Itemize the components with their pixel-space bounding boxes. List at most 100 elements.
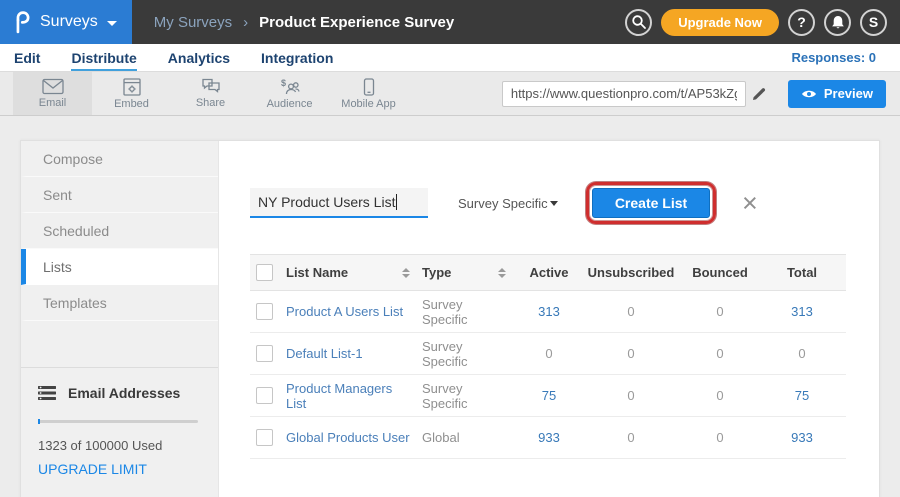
row-checkbox[interactable] [256, 303, 273, 320]
create-list-row: NY Product Users List Survey Specific Cr… [250, 182, 758, 224]
responses-status[interactable]: Responses: 0 [791, 50, 876, 65]
list-name-link[interactable]: Product A Users List [286, 304, 403, 319]
survey-tabbar: Edit Distribute Analytics Integration Re… [0, 44, 900, 72]
pencil-icon [752, 87, 766, 101]
sort-icon [402, 268, 410, 278]
total-count[interactable]: 933 [758, 430, 846, 445]
column-header-list-name[interactable]: List Name [282, 265, 422, 280]
unsubscribed-count: 0 [580, 304, 682, 319]
distribute-toolbar: Email Embed Share [0, 72, 900, 116]
usage-text: 1323 of 100000 Used [38, 438, 198, 453]
mobile-app-icon [363, 78, 375, 96]
active-count[interactable]: 75 [518, 388, 580, 403]
bounced-count: 0 [682, 388, 758, 403]
breadcrumb: My Surveys › Product Experience Survey [154, 0, 454, 44]
upgrade-limit-link[interactable]: UPGRADE LIMIT [38, 461, 198, 477]
email-addresses-header: Email Addresses [38, 385, 198, 401]
close-icon[interactable]: × [742, 190, 758, 217]
header-actions: Upgrade Now ? S [625, 0, 900, 44]
breadcrumb-parent-link[interactable]: My Surveys [154, 14, 232, 31]
sidebar-item-scheduled[interactable]: Scheduled [21, 213, 218, 249]
chevron-down-icon [107, 21, 117, 26]
table-row: Product Managers List Survey Specific 75… [250, 375, 846, 417]
active-count[interactable]: 313 [518, 304, 580, 319]
survey-url-input[interactable] [502, 81, 746, 107]
usage-progress-bar [38, 420, 198, 423]
row-checkbox[interactable] [256, 387, 273, 404]
content-card: Compose Sent Scheduled Lists Templates E… [20, 140, 880, 497]
table-header-row: List Name Type Active Unsubscribed Bounc… [250, 254, 846, 291]
list-type: Survey Specific [422, 339, 518, 369]
chevron-down-icon [550, 201, 558, 206]
svg-text:$: $ [281, 78, 286, 88]
help-icon: ? [797, 14, 806, 30]
questionpro-logo-icon [13, 9, 31, 35]
search-button[interactable] [625, 9, 652, 36]
list-type: Survey Specific [422, 297, 518, 327]
column-header-type[interactable]: Type [422, 265, 518, 280]
list-type-value: Survey Specific [458, 196, 548, 211]
sidebar-item-sent[interactable]: Sent [21, 177, 218, 213]
notifications-button[interactable] [824, 9, 851, 36]
list-name-link[interactable]: Default List-1 [286, 346, 363, 361]
sidebar-item-templates[interactable]: Templates [21, 285, 218, 321]
total-count: 0 [758, 346, 846, 361]
row-checkbox[interactable] [256, 345, 273, 362]
breadcrumb-separator: › [243, 14, 248, 31]
top-header: Surveys My Surveys › Product Experience … [0, 0, 900, 44]
search-icon [631, 14, 647, 30]
sidebar-item-lists[interactable]: Lists [21, 249, 218, 285]
active-count: 0 [518, 346, 580, 361]
bell-icon [831, 15, 845, 30]
bounced-count: 0 [682, 430, 758, 445]
email-addresses-section: Email Addresses 1323 of 100000 Used UPGR… [21, 367, 218, 477]
row-checkbox[interactable] [256, 429, 273, 446]
preview-button[interactable]: Preview [788, 80, 886, 108]
bounced-count: 0 [682, 346, 758, 361]
list-name-link[interactable]: Product Managers List [286, 381, 410, 411]
questionpro-app: Surveys My Surveys › Product Experience … [0, 0, 900, 497]
column-header-active: Active [518, 265, 580, 280]
channel-email[interactable]: Email [13, 72, 92, 115]
product-menu-label: Surveys [40, 13, 98, 31]
list-name-value: NY Product Users List [258, 194, 395, 210]
column-header-unsubscribed: Unsubscribed [580, 265, 682, 280]
column-header-total: Total [758, 265, 846, 280]
tab-integration[interactable]: Integration [261, 44, 333, 71]
product-menu-button[interactable]: Surveys [0, 0, 132, 44]
tab-edit[interactable]: Edit [14, 44, 40, 71]
table-row: Global Products User Global 933 0 0 933 [250, 417, 846, 459]
select-all-checkbox[interactable] [256, 264, 273, 281]
account-button[interactable]: S [860, 9, 887, 36]
audience-icon: $ [280, 78, 300, 96]
channel-embed[interactable]: Embed [92, 72, 171, 115]
unsubscribed-count: 0 [580, 430, 682, 445]
usage-progress-fill [38, 419, 40, 424]
total-count[interactable]: 75 [758, 388, 846, 403]
total-count[interactable]: 313 [758, 304, 846, 319]
column-header-bounced: Bounced [682, 265, 758, 280]
address-list-icon [38, 386, 56, 400]
list-type-dropdown[interactable]: Survey Specific [458, 196, 558, 211]
help-button[interactable]: ? [788, 9, 815, 36]
page-title: Product Experience Survey [259, 14, 454, 31]
email-sidebar: Compose Sent Scheduled Lists Templates E… [21, 141, 219, 497]
tab-distribute[interactable]: Distribute [71, 44, 136, 71]
channel-list: Email Embed Share [13, 72, 408, 115]
list-name-link[interactable]: Global Products User [286, 430, 410, 445]
text-cursor [396, 194, 397, 210]
edit-url-button[interactable] [752, 87, 766, 101]
list-type: Global [422, 430, 518, 445]
tab-analytics[interactable]: Analytics [168, 44, 230, 71]
lists-panel: NY Product Users List Survey Specific Cr… [219, 141, 879, 497]
list-name-input[interactable]: NY Product Users List [250, 188, 428, 218]
channel-mobile-app[interactable]: Mobile App [329, 72, 408, 115]
channel-audience[interactable]: $ Audience [250, 72, 329, 115]
active-count[interactable]: 933 [518, 430, 580, 445]
channel-share[interactable]: Share [171, 72, 250, 115]
sidebar-item-compose[interactable]: Compose [21, 141, 218, 177]
table-row: Product A Users List Survey Specific 313… [250, 291, 846, 333]
upgrade-now-button[interactable]: Upgrade Now [661, 9, 779, 36]
list-type: Survey Specific [422, 381, 518, 411]
create-list-button[interactable]: Create List [592, 188, 710, 218]
